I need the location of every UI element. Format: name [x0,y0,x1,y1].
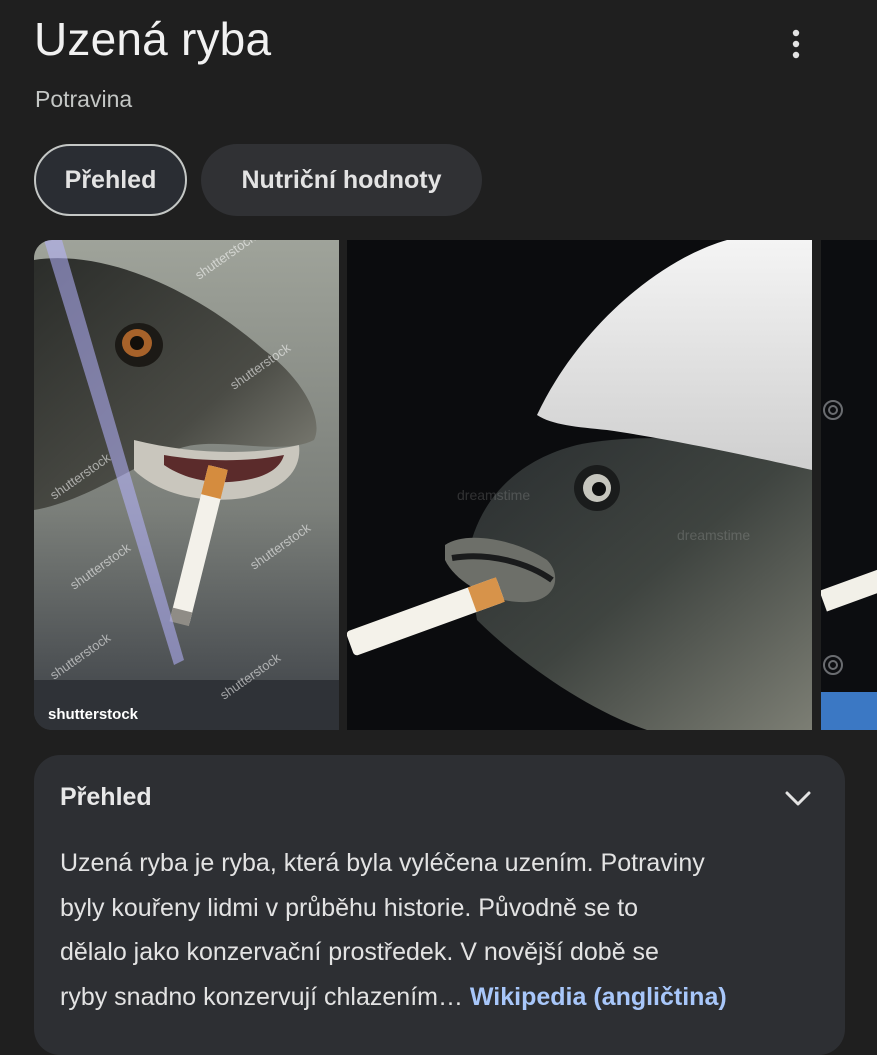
expand-overview-button[interactable] [778,779,818,819]
more-options-button[interactable] [774,22,818,66]
gallery-image-1[interactable]: shutterstock shutterstock shutterstock s… [34,240,339,730]
overview-line: dělalo jako konzervační prostředek. V no… [60,938,659,966]
tab-overview[interactable]: Přehled [34,144,187,216]
page-subtitle: Potravina [35,86,133,112]
page-title: Uzená ryba [34,13,272,65]
svg-text:dreamstime: dreamstime [677,527,750,543]
more-vert-icon [792,29,800,59]
chevron-down-icon [785,791,811,806]
gallery-image-2[interactable]: dreamstime dreamstime [347,240,812,730]
overview-line-text: ryby snadno konzervují chlazením [60,982,438,1011]
gallery-image-3[interactable] [821,240,877,730]
tab-nutrition[interactable]: Nutriční hodnoty [201,144,482,216]
overview-card: Přehled Uzená ryba je ryba, která byla v… [34,755,845,1055]
svg-text:shutterstock: shutterstock [48,706,139,723]
svg-text:dreamstime: dreamstime [457,487,530,503]
ellipsis: … [437,982,463,1011]
overview-line: Uzená ryba je ryba, která byla vyléčena … [60,849,705,877]
overview-heading: Přehled [60,783,152,811]
overview-description: Uzená ryba je ryba, která byla vyléčena … [60,841,830,1019]
image-gallery[interactable]: shutterstock shutterstock shutterstock s… [34,240,877,730]
overview-line-last: ryby snadno konzervují chlazením… Wikipe… [60,975,830,1020]
wikipedia-link[interactable]: Wikipedia (angličtina) [470,983,727,1011]
overview-line: byly kouřeny lidmi v průběhu historie. P… [60,893,639,922]
